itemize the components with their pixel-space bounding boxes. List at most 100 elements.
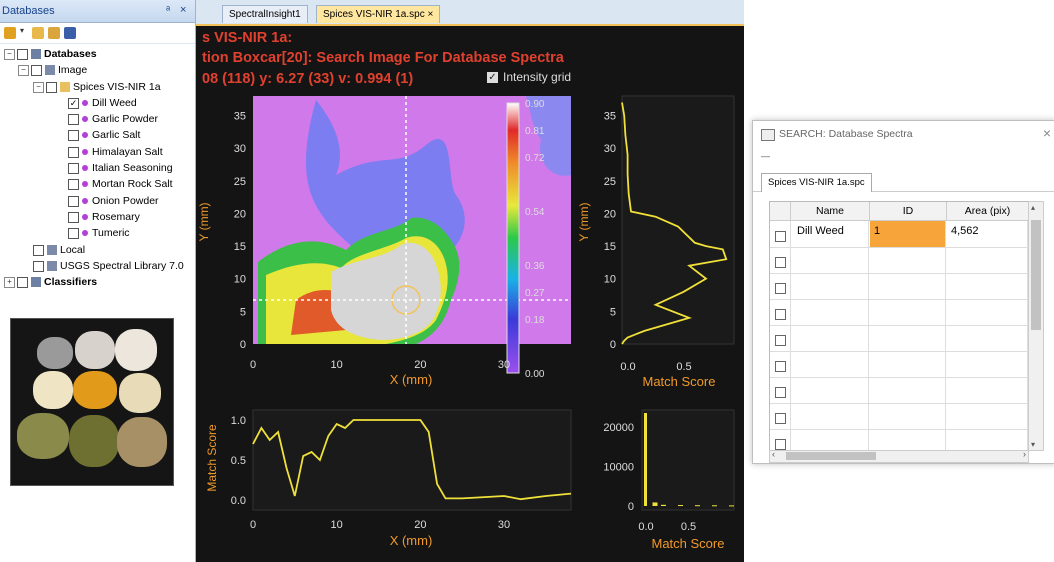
cell-area — [947, 273, 1028, 299]
heatmap-ytick: 5 — [240, 306, 246, 318]
tree-item-spectrum[interactable]: ✓ Dill Weed — [68, 95, 137, 111]
tree-node-image[interactable]: − Image — [18, 62, 87, 78]
tree-item-spectrum[interactable]: Onion Powder — [68, 193, 159, 209]
checkbox[interactable] — [68, 162, 79, 174]
row-checkbox[interactable] — [775, 335, 786, 346]
checked-checkbox[interactable]: ✓ — [68, 97, 79, 109]
cell-id — [870, 377, 946, 403]
new-folder-icon[interactable] — [32, 27, 44, 39]
checkbox[interactable] — [17, 48, 28, 60]
tree-node-local[interactable]: Local — [33, 242, 85, 258]
right-profile-ytick: 20 — [604, 208, 616, 220]
tree-item-spectrum[interactable]: Himalayan Salt — [68, 144, 163, 160]
close-icon[interactable]: × — [180, 4, 186, 16]
checkbox[interactable] — [68, 178, 79, 190]
checkbox[interactable] — [46, 81, 57, 93]
tree-node-usgs[interactable]: USGS Spectral Library 7.0 — [33, 258, 184, 274]
minimize-icon[interactable]: — — [761, 151, 770, 161]
column-header-name[interactable]: Name — [791, 202, 870, 221]
table-row[interactable] — [770, 273, 1028, 300]
spices-thumbnail-image — [10, 318, 174, 486]
table-row[interactable] — [770, 299, 1028, 326]
tree-item-spectrum[interactable]: Rosemary — [68, 209, 140, 225]
table-row[interactable] — [770, 377, 1028, 404]
right-profile-plot[interactable] — [621, 95, 735, 345]
row-checkbox[interactable] — [775, 309, 786, 320]
pin-icon[interactable]: ᵃ — [166, 4, 170, 16]
cell-name — [791, 403, 869, 429]
vertical-scrollbar[interactable]: ▴ ▾ — [1028, 201, 1044, 451]
tree-item-spectrum[interactable]: Mortan Rock Salt — [68, 176, 173, 192]
results-table: Name ID Area (pix) Dill Weed 1 4,562 — [769, 201, 1029, 451]
row-checkbox[interactable] — [775, 387, 786, 398]
table-row[interactable]: Dill Weed 1 4,562 — [770, 221, 1028, 248]
checkbox[interactable] — [68, 227, 79, 239]
checkbox[interactable] — [68, 146, 79, 158]
cell-id — [870, 403, 946, 429]
cell-id — [870, 299, 946, 325]
checkbox[interactable] — [33, 244, 44, 256]
tree-node-spices-dataset[interactable]: − Spices VIS-NIR 1a — [33, 79, 161, 95]
checkbox[interactable] — [68, 195, 79, 207]
row-checkbox[interactable] — [775, 231, 786, 242]
table-row[interactable] — [770, 429, 1028, 450]
cell-area: 4,562 — [947, 221, 1028, 247]
column-header-id[interactable]: ID — [870, 202, 947, 221]
row-checkbox[interactable] — [775, 257, 786, 268]
cell-area — [947, 429, 1028, 450]
checkbox[interactable] — [68, 113, 79, 125]
scroll-left-icon[interactable]: ‹ — [772, 449, 775, 459]
expand-icon[interactable]: + — [4, 276, 15, 288]
histogram-bar — [712, 505, 717, 507]
checkbox[interactable] — [17, 276, 28, 288]
scrollbar-thumb[interactable] — [786, 452, 876, 460]
table-row[interactable] — [770, 325, 1028, 352]
tab-spices-spc[interactable]: Spices VIS-NIR 1a.spc — [761, 173, 872, 192]
tree-item-spectrum[interactable]: Italian Seasoning — [68, 160, 173, 176]
checkbox[interactable] — [68, 129, 79, 141]
heatmap-plot[interactable] — [253, 96, 571, 344]
options-icon[interactable] — [4, 27, 16, 39]
bottom-profile-xtick: 0 — [250, 519, 256, 531]
row-checkbox[interactable] — [775, 439, 786, 450]
collapse-icon[interactable]: − — [4, 48, 15, 60]
cell-id — [870, 429, 946, 450]
scroll-down-icon[interactable]: ▾ — [1031, 440, 1035, 449]
collapse-icon[interactable]: − — [18, 64, 29, 76]
checkbox[interactable] — [68, 211, 79, 223]
tree-item-spectrum[interactable]: Garlic Salt — [68, 127, 140, 143]
colorbar-tick: 0.81 — [525, 126, 545, 137]
tree-item-spectrum[interactable]: Tumeric — [68, 225, 130, 241]
right-profile-ytick: 5 — [610, 306, 616, 318]
close-icon[interactable]: × — [1043, 125, 1051, 141]
checkbox[interactable] — [33, 260, 44, 272]
column-header-area[interactable]: Area (pix) — [947, 202, 1028, 221]
table-row[interactable] — [770, 403, 1028, 430]
tree-item-spectrum[interactable]: Garlic Powder — [68, 111, 158, 127]
scroll-right-icon[interactable]: › — [1023, 449, 1026, 459]
collapse-icon[interactable]: − — [33, 81, 44, 93]
table-row[interactable] — [770, 247, 1028, 274]
row-checkbox[interactable] — [775, 361, 786, 372]
checkbox[interactable] — [31, 64, 42, 76]
scroll-up-icon[interactable]: ▴ — [1031, 203, 1035, 212]
search-dialog-title-bar: SEARCH: Database Spectra × — [753, 121, 1054, 147]
histogram-ytick: 10000 — [603, 461, 634, 473]
heatmap-xlabel: X (mm) — [390, 372, 433, 387]
row-checkbox[interactable] — [775, 283, 786, 294]
horizontal-scrollbar[interactable]: ‹ › — [769, 449, 1029, 463]
row-checkbox[interactable] — [775, 413, 786, 424]
tree-node-databases[interactable]: − Databases — [4, 46, 97, 62]
tree-node-classifiers[interactable]: + Classifiers — [4, 274, 97, 290]
table-row[interactable] — [770, 351, 1028, 378]
histogram-plot[interactable] — [641, 409, 735, 511]
window-icon — [761, 129, 775, 141]
databases-panel: Databases ᵃ × ▾ − Databases − Image − Spice… — [0, 0, 196, 562]
scrollbar-thumb[interactable] — [1031, 220, 1041, 330]
save-icon[interactable] — [64, 27, 76, 39]
dropdown-arrow-icon[interactable]: ▾ — [20, 26, 26, 38]
open-folder-icon[interactable] — [48, 27, 60, 39]
spectrum-icon — [82, 100, 88, 107]
heatmap-xtick: 30 — [498, 359, 510, 371]
bottom-profile-plot[interactable] — [252, 409, 572, 511]
